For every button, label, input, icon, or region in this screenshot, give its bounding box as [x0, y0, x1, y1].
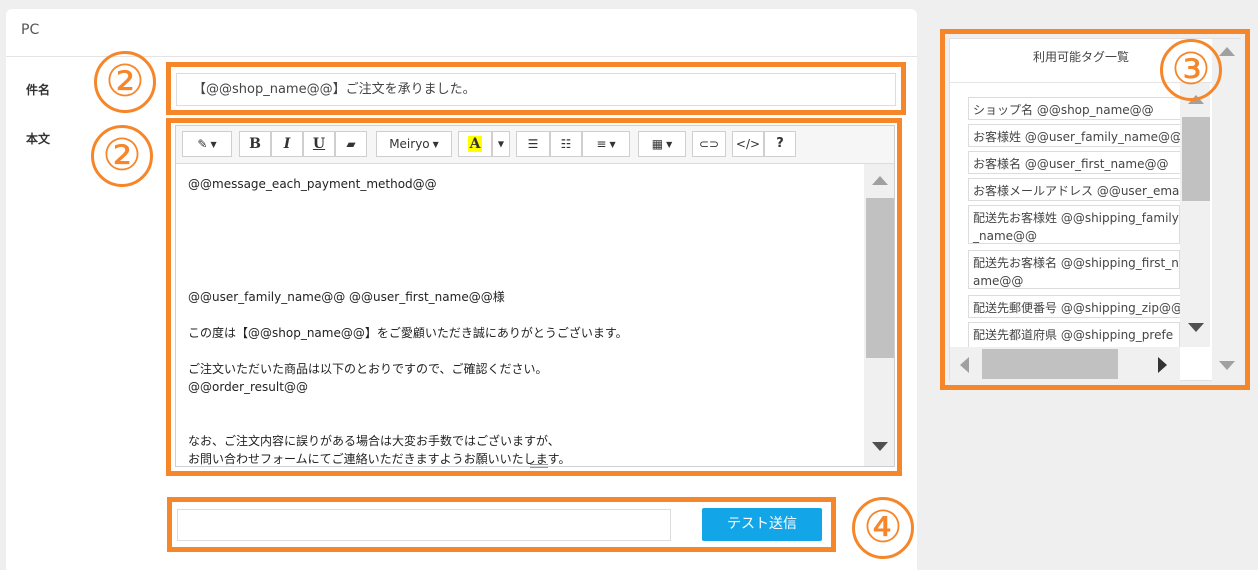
font-family-value: Meiryo — [389, 137, 430, 151]
body-line: @@message_each_payment_method@@ — [188, 177, 437, 191]
tag-item[interactable]: 配送先お客様姓 @@shipping_family_name@@ — [968, 205, 1180, 244]
body-line: @@user_family_name@@ @@user_first_name@@… — [188, 290, 505, 304]
bold-button[interactable]: B — [239, 131, 271, 157]
chevron-down-icon: ▼ — [666, 139, 673, 149]
magic-wand-icon: ✎ — [197, 137, 208, 151]
body-label: 本文 — [26, 132, 51, 146]
scroll-down-icon[interactable] — [1219, 361, 1235, 370]
chevron-down-icon: ▼ — [497, 139, 505, 149]
tag-item[interactable]: 配送先郵便番号 @@shipping_zip@@ — [968, 295, 1180, 318]
tag-list-scrollbar[interactable] — [1180, 83, 1210, 347]
rich-text-editor: ✎ ▼ B I U ▰ Meiryo ▼ A ▼ ☰ ☷ ≡ ▼ ▦ ▼ ⊂⊃ </> … — [175, 125, 895, 468]
callout-4-test: ④ — [852, 497, 914, 559]
bold-icon: B — [249, 136, 261, 152]
code-icon: </> — [735, 137, 761, 151]
link-button[interactable]: ⊂⊃ — [692, 131, 726, 157]
table-dropdown[interactable]: ▦ ▼ — [638, 131, 686, 157]
subject-label: 件名 — [26, 83, 51, 97]
align-icon: ≡ — [596, 137, 607, 151]
scroll-down-icon[interactable] — [872, 442, 888, 451]
tag-item[interactable]: ショップ名 @@shop_name@@ — [968, 97, 1180, 120]
tag-item[interactable]: お客様メールアドレス @@user_email@@ — [968, 178, 1180, 201]
scroll-thumb[interactable] — [1182, 117, 1210, 201]
body-line — [188, 193, 864, 211]
body-line — [188, 306, 864, 324]
chevron-down-icon: ▼ — [609, 139, 616, 149]
scroll-right-icon[interactable] — [1158, 357, 1167, 373]
numbered-list-button[interactable]: ☷ — [550, 131, 582, 157]
test-email-input[interactable] — [177, 509, 671, 541]
scroll-up-icon[interactable] — [872, 176, 888, 185]
magic-style-button[interactable]: ✎ ▼ — [182, 131, 232, 157]
body-line: @@order_result@@ — [188, 380, 308, 394]
panel-title: PC — [21, 22, 40, 38]
text-color-dropdown[interactable]: ▼ — [492, 131, 510, 157]
tag-item[interactable]: 配送先お客様名 @@shipping_first_name@@ — [968, 250, 1180, 289]
scroll-down-icon[interactable] — [1188, 323, 1204, 332]
test-send-button[interactable]: テスト送信 — [702, 508, 822, 541]
scroll-left-icon[interactable] — [960, 357, 969, 373]
resize-handle[interactable] — [530, 464, 548, 468]
callout-2-subject: ② — [94, 51, 156, 113]
subject-input[interactable]: 【@@shop_name@@】ご注文を承りました。 — [176, 73, 896, 106]
scroll-up-icon[interactable] — [1219, 47, 1235, 56]
panel-header: PC — [6, 9, 917, 57]
body-line — [188, 229, 864, 247]
underline-icon: U — [312, 136, 326, 152]
table-icon: ▦ — [651, 137, 664, 151]
scroll-thumb[interactable] — [866, 198, 894, 358]
text-color-icon: A — [467, 136, 483, 152]
numbered-list-icon: ☷ — [560, 137, 572, 151]
chevron-down-icon: ▼ — [432, 139, 439, 149]
code-view-button[interactable]: </> — [732, 131, 764, 157]
body-line — [188, 342, 864, 360]
text-color-button[interactable]: A — [458, 131, 492, 157]
body-line: お問い合わせフォームにてご連絡いただきますようお願いいたします。 — [188, 452, 571, 466]
tag-item[interactable]: お客様名 @@user_first_name@@ — [968, 151, 1180, 174]
editor-scrollbar[interactable] — [864, 164, 894, 466]
editor-toolbar: ✎ ▼ B I U ▰ Meiryo ▼ A ▼ ☰ ☷ ≡ ▼ ▦ ▼ ⊂⊃ </> … — [176, 126, 894, 164]
body-line — [188, 265, 864, 288]
body-line: この度は【@@shop_name@@】をご愛顧いただき誠にありがとうございます。 — [188, 326, 628, 340]
tag-item[interactable]: お客様姓 @@user_family_name@@ — [968, 124, 1180, 147]
body-line — [188, 247, 864, 265]
body-line: ご注文いただいた商品は以下のとおりですので、ご確認ください。 — [188, 362, 548, 376]
clear-format-button[interactable]: ▰ — [335, 131, 367, 157]
body-line: なお、ご注文内容に誤りがある場合は大変お手数ではございますが、 — [188, 434, 560, 448]
bullet-list-button[interactable]: ☰ — [516, 131, 550, 157]
body-line — [188, 414, 864, 432]
tag-panel-scrollbar[interactable] — [1212, 39, 1242, 382]
editor-content[interactable]: @@message_each_payment_method@@ @@user_f… — [176, 164, 864, 466]
italic-icon: I — [283, 136, 291, 152]
font-family-dropdown[interactable]: Meiryo ▼ — [376, 131, 452, 157]
tag-list: ショップ名 @@shop_name@@ お客様姓 @@user_family_n… — [968, 97, 1180, 349]
italic-button[interactable]: I — [271, 131, 303, 157]
hscroll-thumb[interactable] — [982, 349, 1118, 379]
chevron-down-icon: ▼ — [210, 139, 217, 149]
body-line — [188, 396, 864, 414]
help-button[interactable]: ? — [764, 131, 796, 157]
underline-button[interactable]: U — [303, 131, 335, 157]
bullet-list-icon: ☰ — [527, 137, 539, 151]
align-dropdown[interactable]: ≡ ▼ — [582, 131, 630, 157]
tag-list-hscrollbar[interactable] — [950, 347, 1180, 382]
body-line — [188, 211, 864, 229]
callout-2-body: ② — [91, 125, 153, 187]
eraser-icon: ▰ — [346, 137, 356, 151]
callout-3-tags: ③ — [1160, 39, 1222, 101]
tag-item[interactable]: 配送先都道府県 @@shipping_prefecture@@ — [968, 322, 1180, 349]
link-icon: ⊂⊃ — [698, 137, 720, 151]
help-icon: ? — [776, 136, 784, 151]
